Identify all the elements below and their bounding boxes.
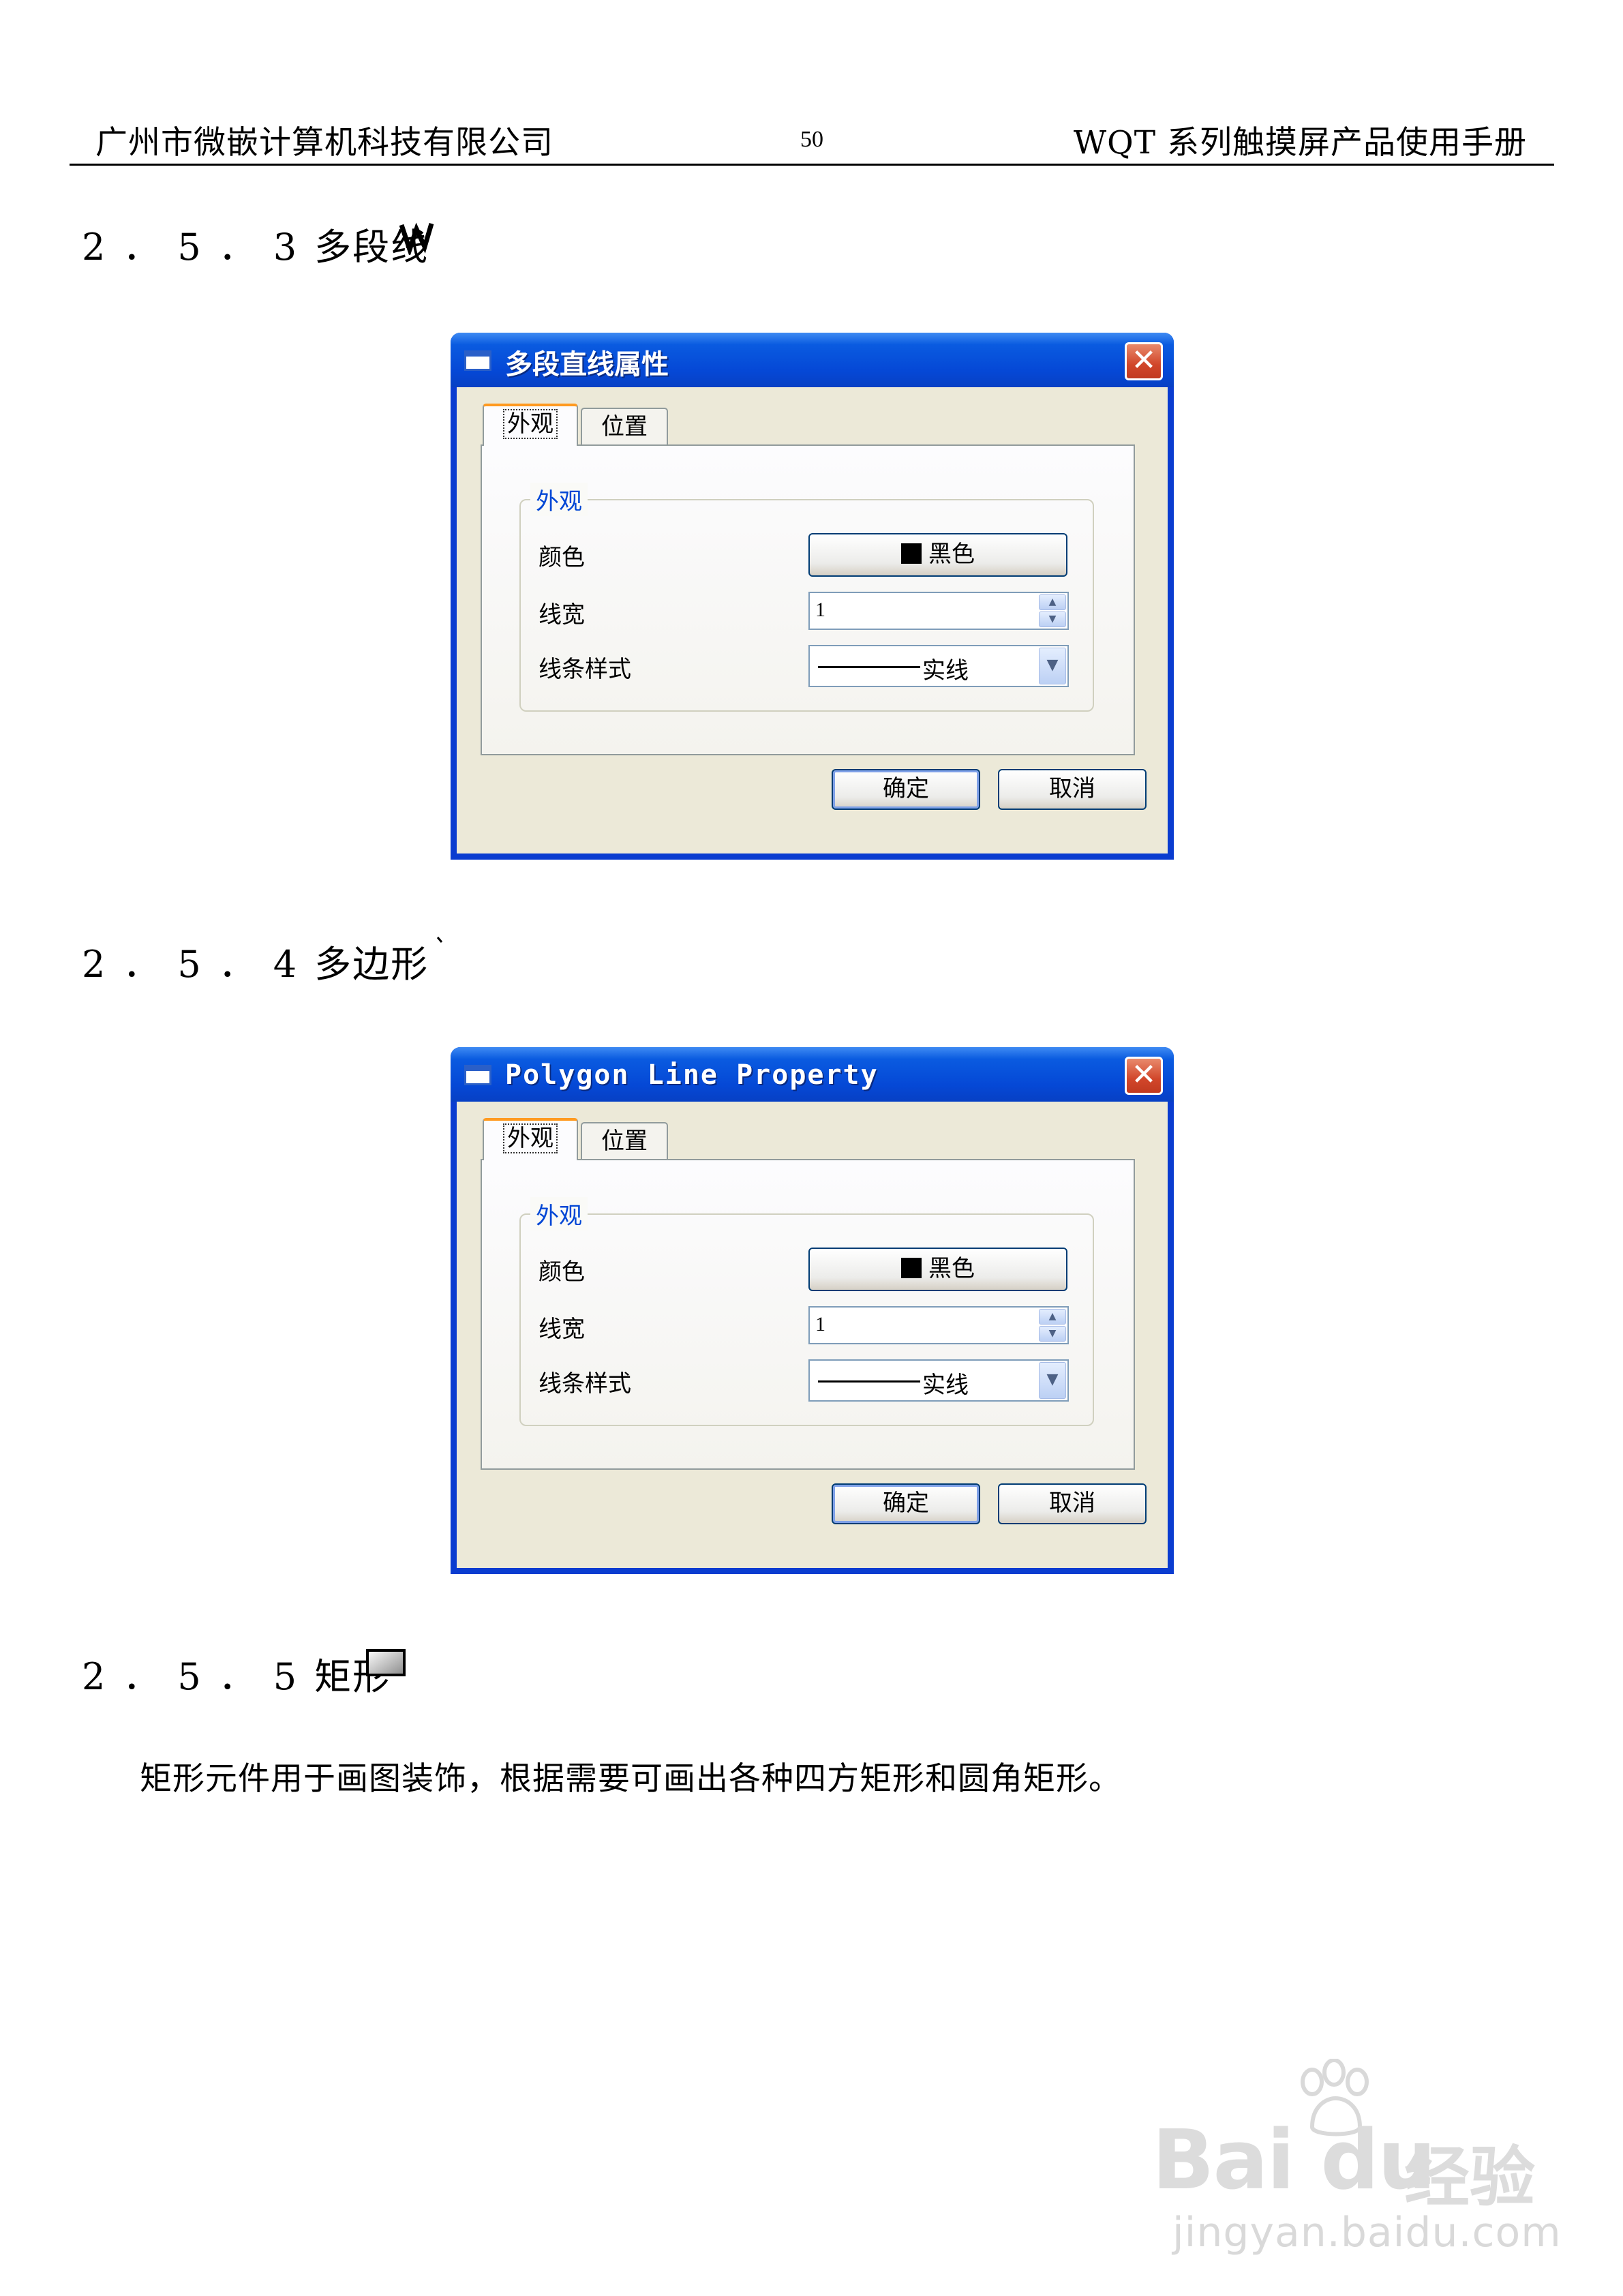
- cancel-button[interactable]: 取消: [998, 769, 1147, 810]
- line-style-select[interactable]: 实线 ▼: [808, 645, 1069, 687]
- line-style-value: 实线: [922, 657, 969, 684]
- tab-appearance[interactable]: 外观: [483, 404, 578, 446]
- appearance-groupbox: 外观 颜色 黑色 线宽 1 ▲ ▼ 线条样式 实线 ▼: [519, 1197, 1094, 1426]
- close-button[interactable]: ✕: [1125, 342, 1163, 380]
- tab-position-label: 位置: [601, 1128, 648, 1155]
- line-style-select[interactable]: 实线 ▼: [808, 1359, 1069, 1402]
- section-title: 多边形: [314, 943, 429, 986]
- ok-button[interactable]: 确定: [832, 769, 980, 810]
- spin-down-icon[interactable]: ▼: [1039, 1326, 1066, 1342]
- line-style-label: 线条样式: [539, 656, 631, 683]
- spinner-buttons: ▲ ▼: [1039, 594, 1066, 627]
- watermark-cn: 经验: [1404, 2139, 1535, 2216]
- window-icon: [464, 1065, 491, 1085]
- color-picker-button[interactable]: 黑色: [808, 1248, 1067, 1291]
- rectangle-description: 矩形元件用于画图装饰，根据需要可画出各种四方矩形和圆角矩形。: [140, 1760, 1121, 1798]
- solid-line-sample: [818, 666, 920, 668]
- header-page-number: 50: [800, 127, 823, 152]
- line-width-spinner[interactable]: 1 ▲ ▼: [808, 592, 1069, 630]
- cancel-button[interactable]: 取消: [998, 1483, 1147, 1524]
- dialog-title: Polygon Line Property: [505, 1059, 879, 1091]
- line-style-value: 实线: [922, 1372, 969, 1399]
- line-width-value: 1: [815, 1313, 825, 1335]
- group-title: 外观: [530, 483, 588, 516]
- ok-button[interactable]: 确定: [832, 1483, 980, 1524]
- dialog-client: 外观 位置 外观 颜色 黑色 线宽 1 ▲ ▼ 线条样式 实线 ▼ 确定 取消: [457, 1102, 1168, 1568]
- line-style-label: 线条样式: [539, 1370, 631, 1398]
- watermark-url: jingyan.baidu.com: [1172, 2209, 1562, 2256]
- spin-up-icon[interactable]: ▲: [1039, 594, 1066, 610]
- dialog-titlebar[interactable]: Polygon Line Property ✕: [451, 1047, 1174, 1102]
- tab-panel: 外观 颜色 黑色 线宽 1 ▲ ▼ 线条样式 实线 ▼: [481, 444, 1135, 755]
- watermark-logo: Bai du: [1152, 2113, 1436, 2208]
- window-icon: [464, 350, 491, 371]
- color-value: 黑色: [928, 541, 975, 568]
- dialog-title: 多段直线属性: [505, 349, 669, 380]
- polyline-icon: [399, 222, 434, 255]
- section-heading-rectangle: 2．5．5矩形: [82, 1646, 391, 1700]
- page-header: 广州市微嵌计算机科技有限公司 50 WQT 系列触摸屏产品使用手册: [70, 0, 1554, 166]
- section-number: 2．5．3: [82, 226, 315, 269]
- tab-appearance-label: 外观: [503, 1123, 558, 1153]
- section-number: 2．5．5: [82, 1655, 315, 1698]
- polygon-property-dialog: Polygon Line Property ✕ 外观 位置 外观 颜色 黑色 线…: [451, 1047, 1174, 1574]
- header-company: 广州市微嵌计算机科技有限公司: [95, 124, 553, 162]
- tab-panel: 外观 颜色 黑色 线宽 1 ▲ ▼ 线条样式 实线 ▼: [481, 1159, 1135, 1470]
- color-swatch: [901, 543, 922, 564]
- spin-down-icon[interactable]: ▼: [1039, 611, 1066, 627]
- dialog-titlebar[interactable]: 多段直线属性 ✕: [451, 333, 1174, 387]
- close-button[interactable]: ✕: [1125, 1057, 1163, 1095]
- baidu-jingyan-watermark: Bai du 经验 jingyan.baidu.com: [1152, 2059, 1561, 2263]
- section-number: 2．5．4: [82, 943, 315, 986]
- section-heading-polygon: 2．5．4多边形: [82, 934, 429, 988]
- line-width-label: 线宽: [539, 601, 585, 629]
- color-label: 颜色: [539, 544, 585, 571]
- tab-position-label: 位置: [601, 413, 648, 440]
- line-width-label: 线宽: [539, 1316, 585, 1343]
- spin-up-icon[interactable]: ▲: [1039, 1309, 1066, 1325]
- tab-appearance-label: 外观: [503, 409, 558, 439]
- color-swatch: [901, 1257, 922, 1278]
- polyline-property-dialog: 多段直线属性 ✕ 外观 位置 外观 颜色 黑色 线宽 1 ▲ ▼ 线条样式 实线…: [451, 333, 1174, 860]
- color-value: 黑色: [928, 1255, 975, 1282]
- chevron-down-icon[interactable]: ▼: [1039, 1362, 1066, 1399]
- appearance-groupbox: 外观 颜色 黑色 线宽 1 ▲ ▼ 线条样式 实线 ▼: [519, 483, 1094, 712]
- solid-line-sample: [818, 1380, 920, 1383]
- group-title: 外观: [530, 1197, 588, 1230]
- color-picker-button[interactable]: 黑色: [808, 533, 1067, 577]
- tab-position[interactable]: 位置: [581, 408, 668, 444]
- line-width-spinner[interactable]: 1 ▲ ▼: [808, 1306, 1069, 1344]
- section-heading-polyline: 2．5．3多段线: [82, 217, 429, 271]
- color-label: 颜色: [539, 1258, 585, 1286]
- header-manual-title: WQT 系列触摸屏产品使用手册: [1073, 124, 1527, 162]
- chevron-down-icon[interactable]: ▼: [1039, 648, 1066, 684]
- line-width-value: 1: [815, 599, 825, 621]
- tab-appearance[interactable]: 外观: [483, 1118, 578, 1160]
- polygon-icon: [436, 937, 443, 943]
- rectangle-icon: [366, 1649, 406, 1676]
- spinner-buttons: ▲ ▼: [1039, 1309, 1066, 1342]
- tab-position[interactable]: 位置: [581, 1122, 668, 1159]
- dialog-client: 外观 位置 外观 颜色 黑色 线宽 1 ▲ ▼ 线条样式 实线 ▼ 确定 取消: [457, 387, 1168, 854]
